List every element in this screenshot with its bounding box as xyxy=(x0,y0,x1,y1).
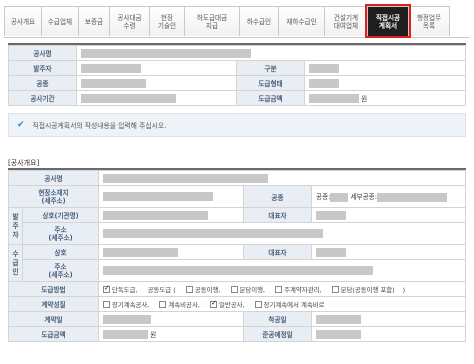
contract-amount-unit: 원 xyxy=(150,330,157,339)
contract-nature-label: 계약성질 xyxy=(8,296,99,312)
long-term-label: 장기계속공사, xyxy=(112,300,150,309)
long-to-continuous-label: 장기계속에서 계속비로 xyxy=(263,300,325,309)
contract-date-label: 계약일 xyxy=(8,311,99,327)
client-value xyxy=(76,60,237,76)
split-perform-checkbox[interactable] xyxy=(230,286,238,293)
client-addr-value xyxy=(98,222,466,245)
tab-payment-receipt[interactable]: 공사대금 수령 xyxy=(109,6,150,36)
overview-table: 공사명 현장소재지 (세주소) 공종 공종: 세부공종: 발 주 자 상호(기관… xyxy=(8,168,466,342)
tab-equipment-rental[interactable]: 건설기계 대여업체 xyxy=(324,6,368,36)
contractor-addr-label: 주소 (세주소) xyxy=(22,259,99,282)
joint-perform-checkbox[interactable] xyxy=(185,286,193,293)
single-contract-label: 단독도급, xyxy=(112,285,138,294)
contract-amount-label: 도급금액 xyxy=(8,326,99,342)
work-type-prefix: 공종: xyxy=(316,193,331,202)
joint-close-paren: ) xyxy=(402,285,406,294)
notice-box: ✔ 직접시공계획서의 작성내용을 입력해 주십시오. xyxy=(8,113,466,137)
contract-method-options: 단독도급, 공동도급 ( 공동이행, 분담이행, 주계약자관리, 분담(공동이행… xyxy=(98,281,466,297)
amount-value: 원 xyxy=(304,90,466,106)
long-term-checkbox[interactable] xyxy=(103,301,110,308)
tab-subcontract-payment[interactable]: 하도급대금 지급 xyxy=(184,6,240,36)
general-work-label: 일반공사, xyxy=(218,300,245,309)
contractor-addr-value xyxy=(98,259,466,282)
tab-overview[interactable]: 공사개요 xyxy=(4,6,42,36)
summary-table: 공사명 발주자 구분 공종 도급형태 공사기간 도급금액 원 xyxy=(8,43,466,106)
client-rep-value xyxy=(311,207,466,223)
tab-site-engineer[interactable]: 현장 기술인 xyxy=(149,6,185,36)
main-contractor-checkbox[interactable] xyxy=(275,286,283,293)
completion-value xyxy=(311,326,466,342)
tab-deposit[interactable]: 보증금 xyxy=(78,6,110,36)
continuous-cost-label: 계속비공사, xyxy=(168,300,200,309)
split-joint-checkbox[interactable] xyxy=(331,286,339,293)
client-label: 발주자 xyxy=(8,60,77,76)
joint-perform-label: 공동이행, xyxy=(194,285,221,294)
work-type-value xyxy=(76,75,237,91)
amount-label: 도급금액 xyxy=(236,90,305,106)
ov-project-name-value xyxy=(98,170,466,186)
contractor-name-value xyxy=(98,244,244,260)
project-name-value xyxy=(76,45,466,61)
contract-amount-value: 원 xyxy=(98,326,244,342)
contract-method-label: 도급방법 xyxy=(8,281,99,297)
contract-nature-options: 장기계속공사, 계속비공사, 일반공사, 장기계속에서 계속비로 xyxy=(98,296,466,312)
tab-direct-construction-plan[interactable]: 직접시공 계획서 xyxy=(365,4,411,38)
subcontract-type-label: 도급형태 xyxy=(236,75,305,91)
split-perform-label: 분담이행, xyxy=(239,285,266,294)
site-location-label: 현장소재지 (세주소) xyxy=(8,185,99,208)
period-value xyxy=(76,90,237,106)
notice-message: 직접시공계획서의 작성내용을 입력해 주십시오. xyxy=(32,122,167,130)
client-group-label: 발 주 자 xyxy=(8,207,23,245)
contractor-rep-label: 대표자 xyxy=(243,244,312,260)
ov-work-type-label: 공종 xyxy=(243,185,312,208)
client-addr-label: 주소 (세주소) xyxy=(22,222,99,245)
contractor-name-label: 상호 xyxy=(22,244,99,260)
tab-subcontractor[interactable]: 하수급인 xyxy=(239,6,279,36)
start-date-label: 착공일 xyxy=(243,311,312,327)
tab-admin-list[interactable]: 행정업무 목록 xyxy=(408,6,450,36)
client-name-label: 상호(기관명) xyxy=(22,207,99,223)
division-label: 구분 xyxy=(236,60,305,76)
main-contractor-label: 주계약자관리, xyxy=(284,285,322,294)
site-location-value xyxy=(98,185,244,208)
subcontract-type-value xyxy=(304,75,466,91)
amount-unit: 원 xyxy=(361,94,368,103)
check-icon: ✔ xyxy=(17,120,25,130)
continuous-cost-checkbox[interactable] xyxy=(159,301,167,308)
ov-project-name-label: 공사명 xyxy=(8,170,99,186)
work-type-label: 공종 xyxy=(8,75,77,91)
contractor-rep-value xyxy=(311,244,466,260)
completion-label: 준공예정일 xyxy=(243,326,312,342)
split-joint-label: 분담(공동이행 포함) xyxy=(340,285,395,294)
client-rep-label: 대표자 xyxy=(243,207,312,223)
tab-sub-subcontractor[interactable]: 재하수급인 xyxy=(278,6,325,36)
ov-work-type-value: 공종: 세부공종: xyxy=(311,185,466,208)
joint-contract-label: 공동도급 ( xyxy=(147,285,176,294)
division-value xyxy=(304,60,466,76)
start-date-value xyxy=(311,311,466,327)
contractor-group-label: 수 급 인 xyxy=(8,244,23,282)
single-contract-checkbox[interactable] xyxy=(103,284,110,293)
contract-date-value xyxy=(98,311,244,327)
client-name-value xyxy=(98,207,244,223)
tab-contractor[interactable]: 수급업체 xyxy=(41,6,79,36)
period-label: 공사기간 xyxy=(8,90,77,106)
tab-bar: 공사개요 수급업체 보증금 공사대금 수령 현장 기술인 하도급대금 지급 하수… xyxy=(4,4,470,38)
work-type-detail-label: 세부공종: xyxy=(350,193,377,202)
project-name-label: 공사명 xyxy=(8,45,77,61)
general-work-checkbox[interactable] xyxy=(209,299,217,308)
overview-section-title: [공사개요] xyxy=(8,159,40,167)
long-to-continuous-checkbox[interactable] xyxy=(254,301,262,308)
